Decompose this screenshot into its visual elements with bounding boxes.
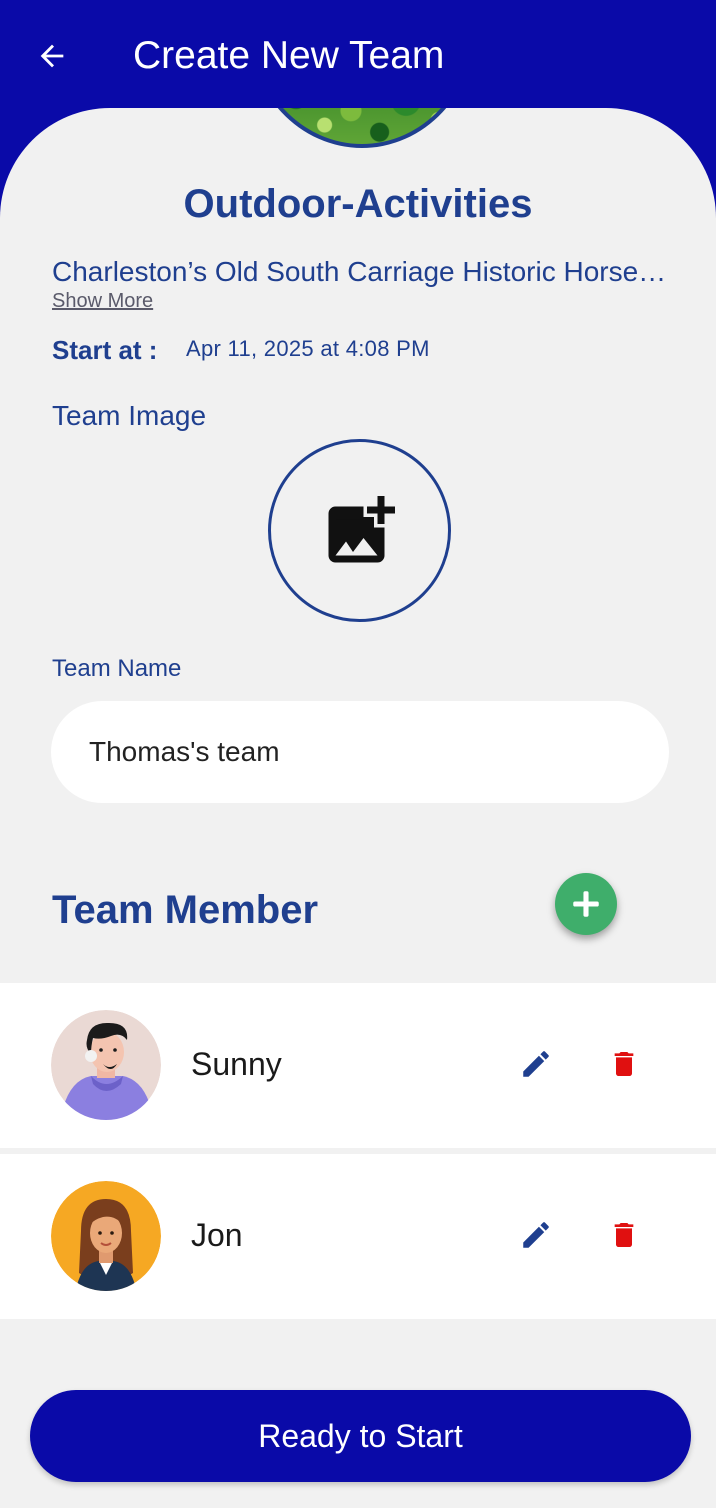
screen: Create New Team Outdoor-Activities Charl… [0,0,716,1508]
add-member-button[interactable] [555,873,617,935]
delete-member-button[interactable] [604,1044,644,1084]
avatar [51,1010,161,1120]
avatar [51,1181,161,1291]
team-name-input[interactable] [51,701,669,803]
app-bar: Create New Team [0,0,716,110]
ready-to-start-button[interactable]: Ready to Start [30,1390,691,1482]
activity-description: Charleston’s Old South Carriage Historic… [52,256,672,287]
activity-banner-image [248,108,476,148]
edit-member-button[interactable] [516,1215,556,1255]
start-label: Start at : [52,335,158,365]
trash-icon [614,1223,634,1247]
team-member-heading: Team Member [52,888,319,932]
plus-icon [573,891,599,917]
show-more-link[interactable]: Show More [52,288,153,314]
team-name-label: Team Name [52,655,182,682]
start-datetime: Apr 11, 2025 at 4:08 PM [186,336,430,361]
page-title: Create New Team [133,34,445,77]
activity-title: Outdoor-Activities [183,182,533,226]
content-sheet: Outdoor-Activities Charleston’s Old Sout… [0,108,716,1508]
add-photo-icon [328,495,395,562]
team-image-picker[interactable] [268,439,451,622]
team-image-label: Team Image [52,400,207,431]
member-name: Jon [191,1217,243,1253]
trash-icon [614,1052,634,1076]
edit-member-button[interactable] [516,1044,556,1084]
pencil-icon [523,1222,549,1248]
arrow-left-icon [40,44,64,68]
member-row: Jon [0,1154,716,1319]
back-button[interactable] [26,30,78,82]
member-name: Sunny [191,1046,282,1082]
member-row: Sunny [0,983,716,1148]
woman-avatar-icon [51,1181,161,1291]
man-avatar-icon [51,1010,161,1120]
delete-member-button[interactable] [604,1215,644,1255]
pencil-icon [523,1051,549,1077]
